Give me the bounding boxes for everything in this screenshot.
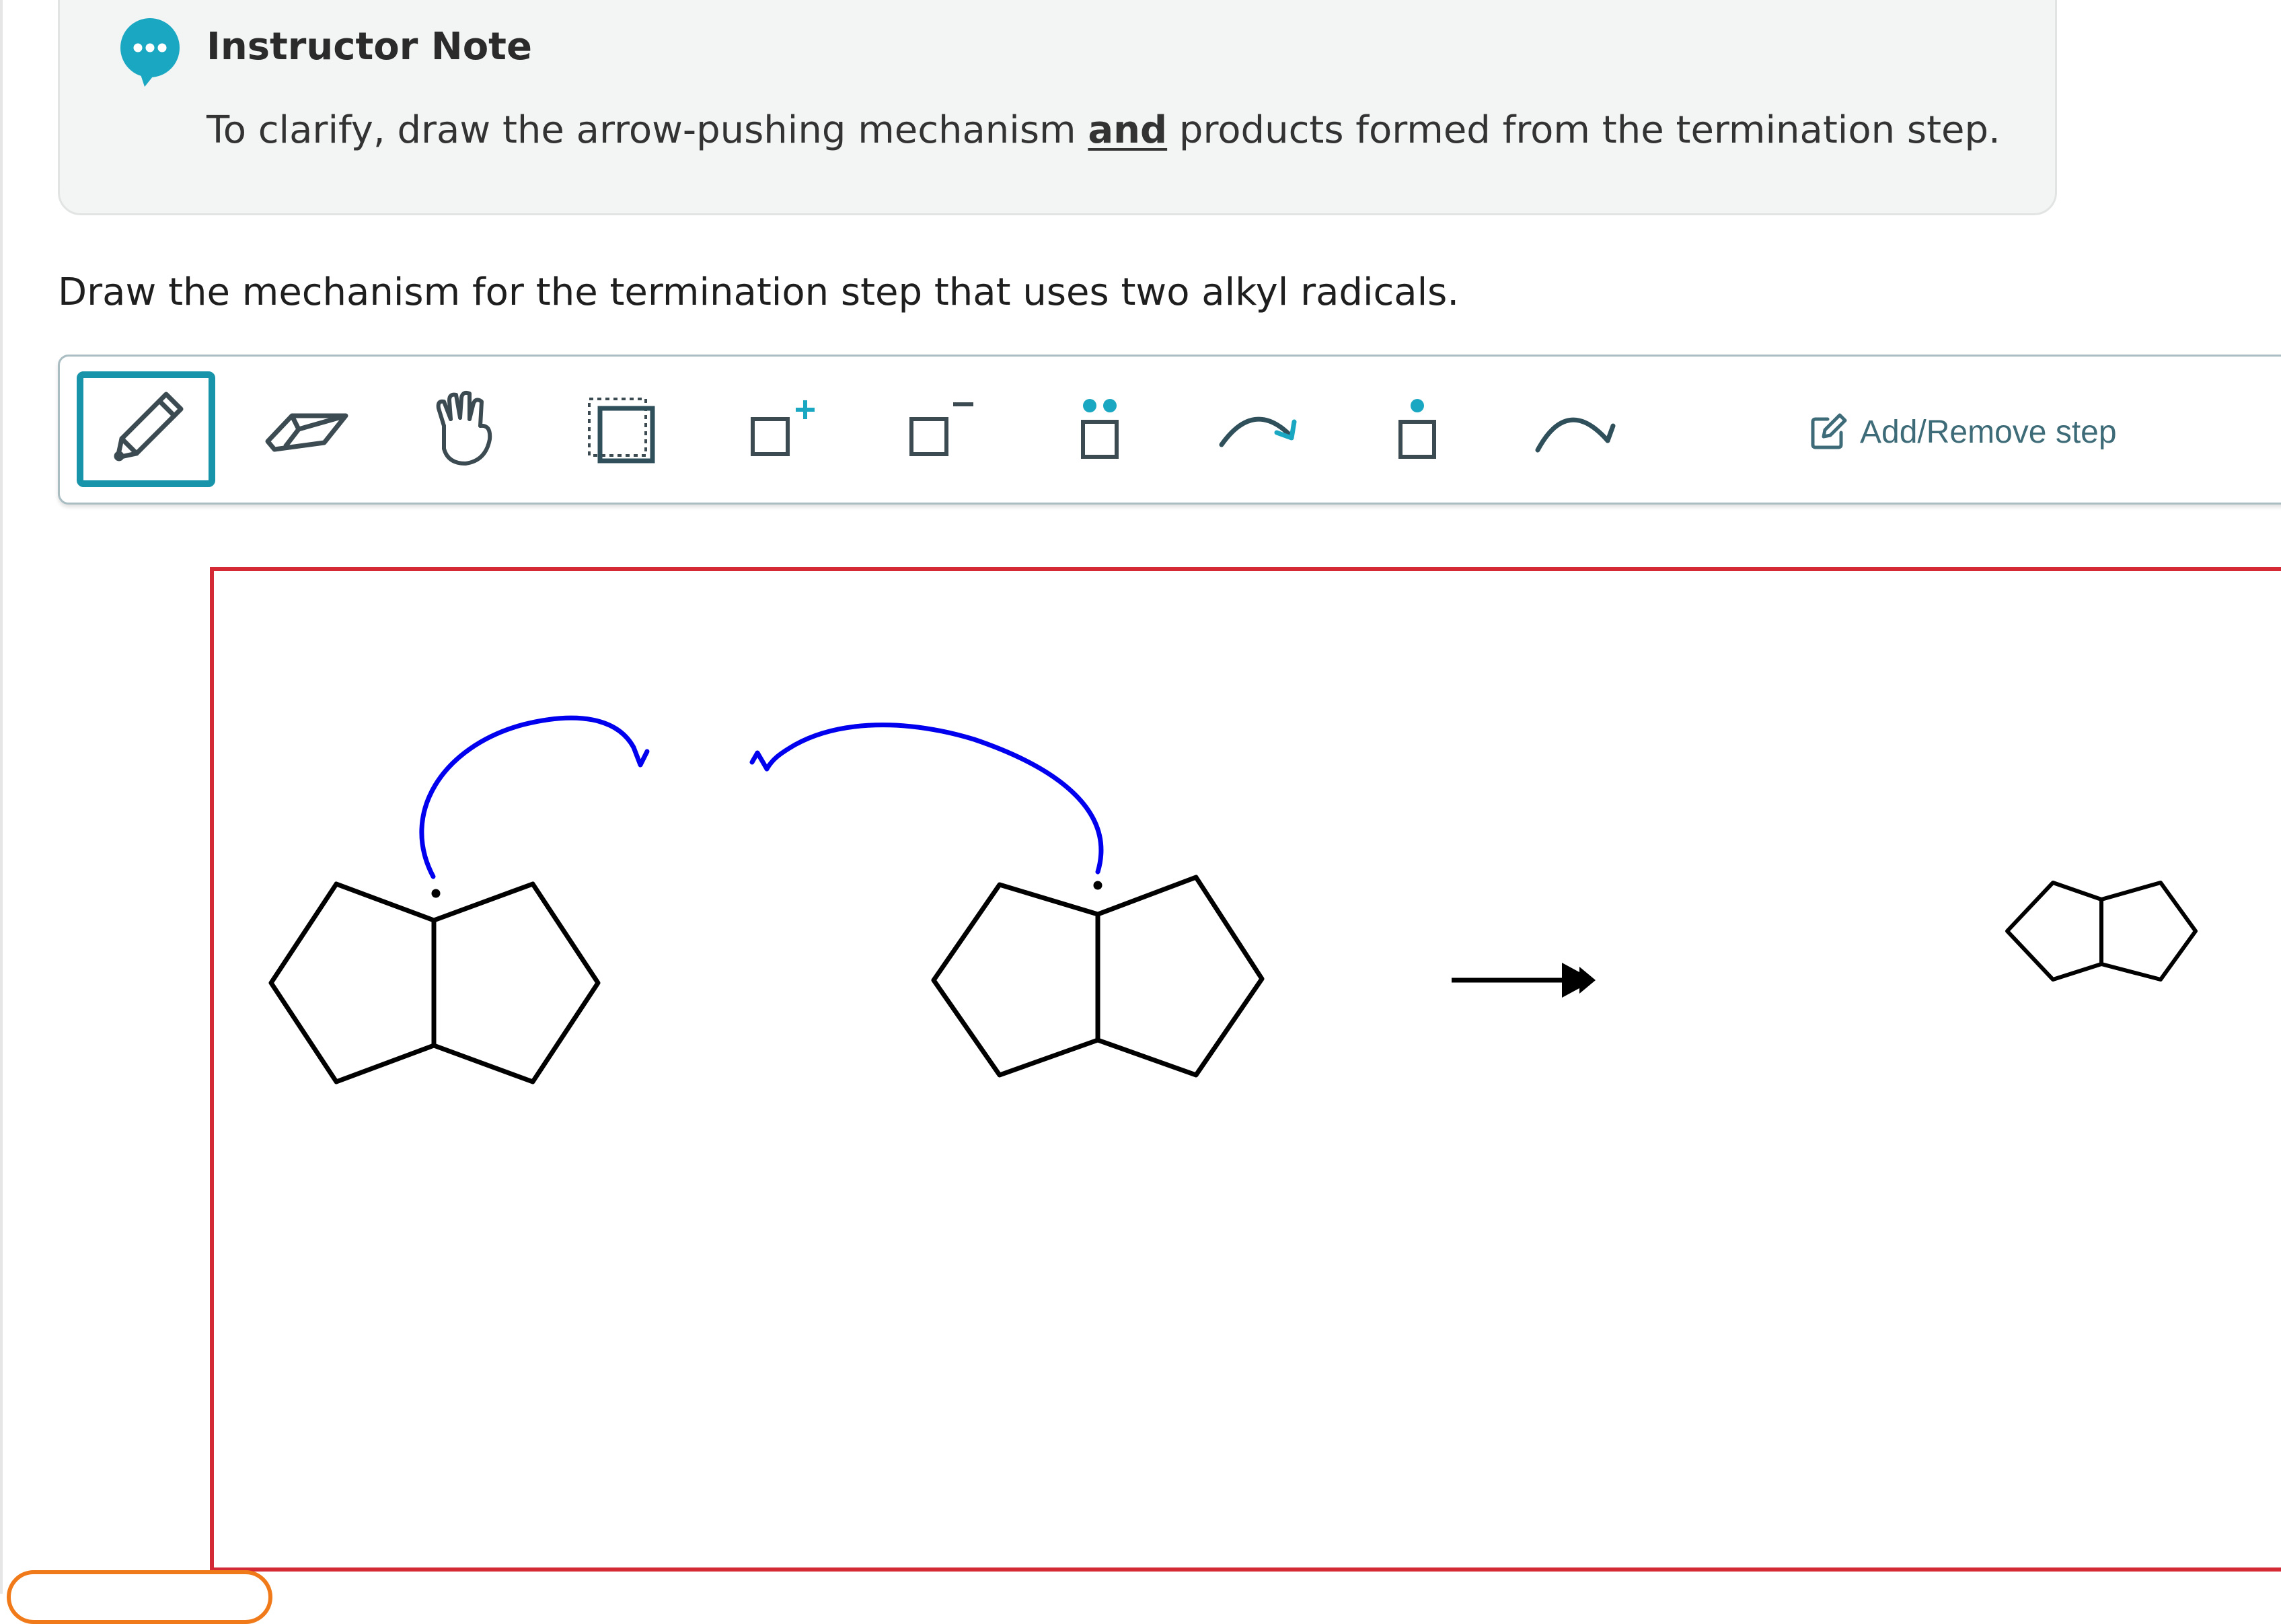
note-body: To clarify, draw the arrow-pushing mecha… bbox=[207, 108, 2000, 152]
chat-bubble-icon bbox=[120, 18, 180, 87]
fishhook-head-right bbox=[749, 750, 770, 772]
fishhook-arrow-left bbox=[419, 715, 636, 879]
lone-pair-tool[interactable] bbox=[1031, 371, 1169, 487]
fishhook-arrow-right bbox=[764, 723, 1104, 875]
negative-charge-tool[interactable] bbox=[871, 371, 1010, 487]
curved-arrow-icon bbox=[1219, 416, 1297, 447]
note-body-text-end: products formed from the termination ste… bbox=[1167, 108, 2000, 152]
drawing-toolbar: Add/Remove step bbox=[58, 355, 2281, 505]
product-structure bbox=[2005, 881, 2198, 982]
radical-tool[interactable] bbox=[1348, 371, 1487, 487]
select-tool[interactable] bbox=[553, 371, 691, 487]
radical-dot-icon bbox=[1398, 399, 1436, 459]
canvas-drawing bbox=[268, 715, 2198, 1084]
hand-tool[interactable] bbox=[395, 371, 533, 487]
radical-dot bbox=[1093, 881, 1102, 890]
fishhook-arrow-icon bbox=[1535, 417, 1616, 453]
eraser-tool[interactable] bbox=[236, 371, 375, 487]
question-prompt: Draw the mechanism for the termination s… bbox=[58, 270, 1460, 314]
pencil-icon bbox=[114, 392, 184, 462]
bottom-action-button[interactable] bbox=[7, 1570, 272, 1624]
marquee-select-icon bbox=[588, 398, 655, 464]
reaction-arrowhead-main bbox=[1562, 963, 1594, 998]
positive-charge-icon bbox=[751, 400, 815, 456]
fishhook-head-left bbox=[631, 745, 650, 768]
lone-pair-icon bbox=[1081, 399, 1119, 459]
edit-icon bbox=[1811, 413, 1847, 449]
pencil-tool[interactable] bbox=[77, 371, 215, 487]
add-remove-step-label: Add/Remove step bbox=[1860, 414, 2117, 450]
note-body-emphasis: and bbox=[1088, 108, 1168, 152]
drawing-canvas[interactable] bbox=[210, 567, 2281, 1572]
note-body-text: To clarify, draw the arrow-pushing mecha… bbox=[207, 108, 1088, 152]
page-left-border bbox=[0, 0, 3, 1594]
add-remove-step-button[interactable]: Add/Remove step bbox=[1809, 392, 2117, 472]
negative-charge-icon bbox=[909, 402, 973, 456]
full-arrow-tool[interactable] bbox=[1190, 371, 1329, 487]
positive-charge-tool[interactable] bbox=[712, 371, 851, 487]
radical-dot bbox=[431, 889, 441, 898]
instructor-note: Instructor Note To clarify, draw the arr… bbox=[58, 0, 2057, 215]
eraser-icon bbox=[265, 413, 348, 452]
note-title: Instructor Note bbox=[207, 25, 532, 69]
bicyclic-radical-left bbox=[268, 881, 601, 1084]
half-arrow-tool[interactable] bbox=[1506, 371, 1645, 487]
hand-icon bbox=[436, 390, 492, 466]
bicyclic-radical-right bbox=[931, 875, 1265, 1078]
